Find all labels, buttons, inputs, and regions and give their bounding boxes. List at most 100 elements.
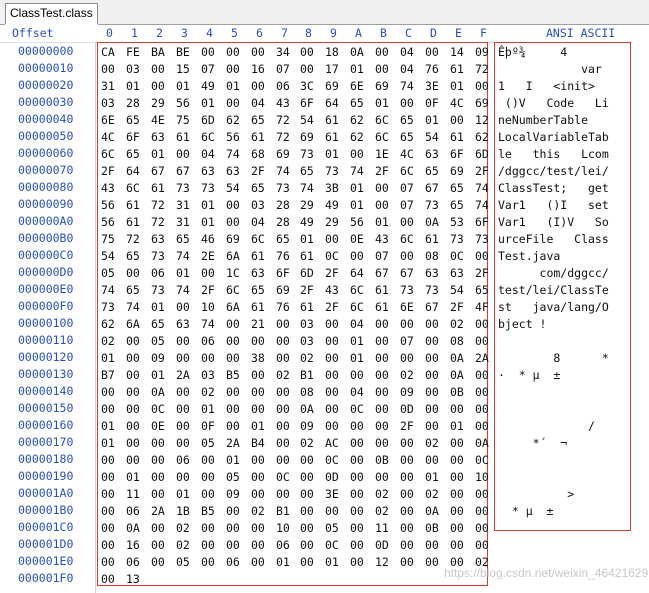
hex-byte[interactable]: 09 [475, 45, 489, 60]
hex-byte[interactable]: 76 [276, 300, 290, 315]
hex-byte[interactable]: 28 [126, 96, 140, 111]
hex-byte[interactable]: 69 [276, 147, 290, 162]
hex-byte[interactable]: 00 [176, 470, 190, 485]
hex-byte[interactable]: 62 [350, 113, 364, 128]
hex-byte[interactable]: 74 [475, 181, 489, 196]
hex-byte[interactable]: 6C [251, 232, 265, 247]
hex-byte[interactable]: 63 [176, 317, 190, 332]
hex-byte[interactable]: 05 [325, 521, 339, 536]
hex-byte[interactable]: 00 [151, 521, 165, 536]
hex-byte[interactable]: 02 [300, 351, 314, 366]
hex-byte[interactable]: 0A [300, 402, 314, 417]
hex-byte[interactable]: 00 [475, 419, 489, 434]
hex-byte[interactable]: 31 [176, 215, 190, 230]
hex-byte[interactable]: 00 [276, 317, 290, 332]
hex-byte[interactable]: 09 [400, 385, 414, 400]
hex-byte[interactable]: 0A [425, 504, 439, 519]
hex-byte[interactable]: 00 [375, 368, 389, 383]
hex-byte[interactable]: 00 [475, 385, 489, 400]
hex-byte[interactable]: 00 [226, 351, 240, 366]
hex-byte[interactable]: 00 [325, 317, 339, 332]
hex-byte[interactable]: 61 [425, 232, 439, 247]
hex-byte[interactable]: 63 [425, 266, 439, 281]
hex-byte[interactable]: 00 [201, 538, 215, 553]
hex-byte[interactable]: 03 [101, 96, 115, 111]
hex-byte[interactable]: 61 [325, 130, 339, 145]
hex-byte[interactable]: 02 [425, 487, 439, 502]
hex-byte[interactable]: 69 [450, 164, 464, 179]
hex-byte[interactable]: 01 [101, 419, 115, 434]
hex-byte[interactable]: 06 [276, 79, 290, 94]
hex-byte[interactable]: 00 [226, 385, 240, 400]
hex-byte[interactable]: 00 [425, 555, 439, 570]
hex-byte[interactable]: 00 [276, 436, 290, 451]
hex-byte[interactable]: 04 [400, 45, 414, 60]
hex-byte[interactable]: 00 [251, 453, 265, 468]
hex-byte[interactable]: 00 [475, 504, 489, 519]
hex-byte[interactable]: 01 [325, 555, 339, 570]
hex-byte[interactable]: 63 [151, 232, 165, 247]
hex-byte[interactable]: 00 [400, 521, 414, 536]
hex-byte[interactable]: 02 [375, 487, 389, 502]
hex-bytes-area[interactable]: CA FE BA BE 00 00 00 34 00 18 0A 00 04 00 14 09 00 03 00 15… [97, 42, 489, 587]
hex-byte[interactable]: 00 [201, 555, 215, 570]
hex-byte[interactable]: 34 [276, 45, 290, 60]
hex-byte[interactable]: 00 [276, 487, 290, 502]
hex-byte[interactable]: 73 [400, 283, 414, 298]
hex-byte[interactable]: 00 [101, 470, 115, 485]
hex-byte[interactable]: 72 [276, 130, 290, 145]
hex-byte[interactable]: 29 [325, 215, 339, 230]
hex-byte[interactable]: 69 [375, 79, 389, 94]
hex-byte[interactable]: 73 [276, 181, 290, 196]
hex-byte[interactable]: 6E [101, 113, 115, 128]
hex-byte[interactable]: 0D [375, 538, 389, 553]
hex-byte[interactable]: 74 [101, 283, 115, 298]
hex-byte[interactable]: 62 [101, 317, 115, 332]
hex-byte[interactable]: 00 [176, 385, 190, 400]
hex-byte[interactable]: 62 [226, 113, 240, 128]
hex-byte[interactable]: 0C [325, 249, 339, 264]
hex-byte[interactable]: 61 [375, 283, 389, 298]
hex-byte[interactable]: 11 [375, 521, 389, 536]
hex-byte[interactable]: 00 [251, 487, 265, 502]
hex-byte[interactable]: 00 [400, 96, 414, 111]
hex-byte[interactable]: 6F [450, 147, 464, 162]
hex-byte[interactable]: 01 [375, 215, 389, 230]
hex-byte[interactable]: 00 [375, 385, 389, 400]
hex-byte[interactable]: 00 [350, 504, 364, 519]
hex-byte[interactable]: 00 [350, 368, 364, 383]
hex-byte[interactable]: 00 [425, 334, 439, 349]
hex-byte[interactable]: 31 [101, 79, 115, 94]
hex-byte[interactable]: 69 [475, 96, 489, 111]
hex-byte[interactable]: 13 [126, 572, 140, 587]
hex-byte[interactable]: 00 [226, 521, 240, 536]
hex-byte[interactable]: 65 [450, 181, 464, 196]
hex-byte[interactable]: 0C [450, 249, 464, 264]
hex-byte[interactable]: 12 [375, 555, 389, 570]
hex-byte[interactable]: 0A [450, 368, 464, 383]
hex-byte[interactable]: 09 [151, 351, 165, 366]
hex-byte[interactable]: 72 [475, 62, 489, 77]
hex-byte[interactable]: 00 [276, 385, 290, 400]
hex-byte[interactable]: 6C [350, 300, 364, 315]
hex-byte[interactable]: 72 [126, 232, 140, 247]
hex-byte[interactable]: 61 [251, 130, 265, 145]
hex-byte[interactable]: 00 [350, 453, 364, 468]
hex-byte[interactable]: 61 [251, 249, 265, 264]
hex-byte[interactable]: 00 [251, 521, 265, 536]
hex-byte[interactable]: 0A [450, 351, 464, 366]
hex-byte[interactable]: 2F [400, 419, 414, 434]
hex-byte[interactable]: 00 [400, 453, 414, 468]
hex-byte[interactable]: 56 [101, 215, 115, 230]
hex-byte[interactable]: 62 [350, 130, 364, 145]
hex-byte[interactable]: 00 [201, 521, 215, 536]
hex-byte[interactable]: 6C [350, 283, 364, 298]
hex-byte[interactable]: 00 [450, 453, 464, 468]
hex-byte[interactable]: 00 [375, 436, 389, 451]
hex-byte[interactable]: 01 [375, 96, 389, 111]
hex-byte[interactable]: 00 [350, 555, 364, 570]
hex-byte[interactable]: 38 [251, 351, 265, 366]
hex-byte[interactable]: 00 [226, 45, 240, 60]
hex-byte[interactable]: 00 [450, 538, 464, 553]
hex-byte[interactable]: 65 [126, 147, 140, 162]
